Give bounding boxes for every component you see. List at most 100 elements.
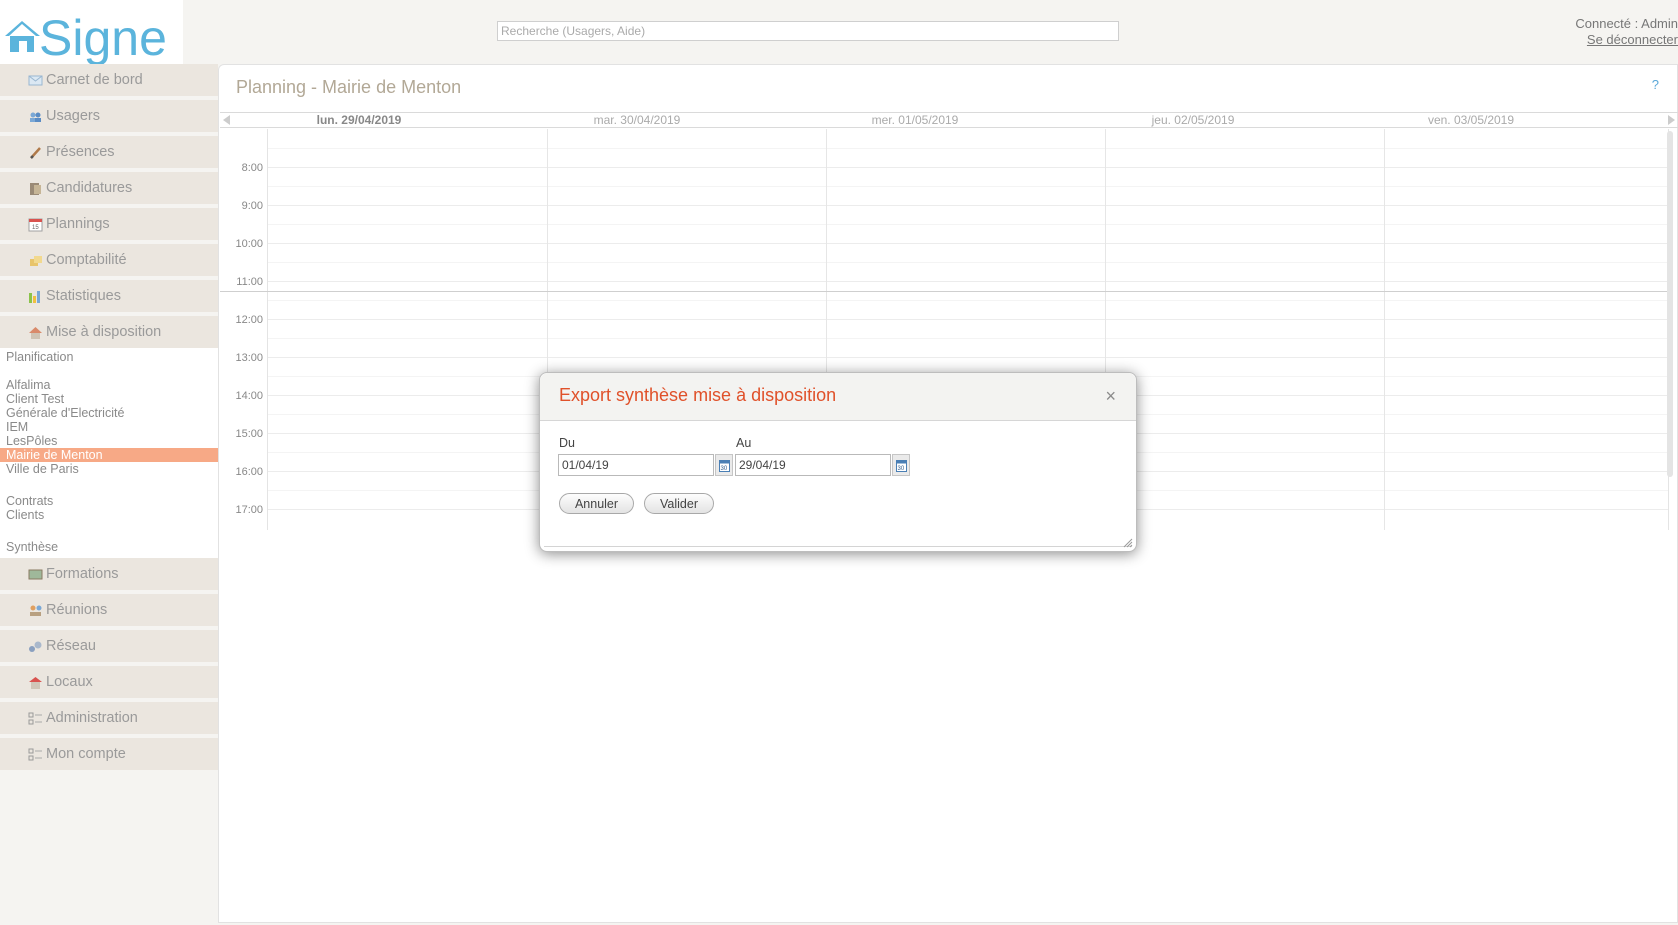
sidebar-item-label: Formations	[46, 566, 119, 582]
time-label: 16:00	[235, 466, 263, 478]
blackboard-icon	[28, 567, 43, 582]
house-logo-icon	[5, 21, 40, 52]
sidebar-item-reseau[interactable]: Réseau	[0, 630, 218, 662]
sidebar-item-mon-compte[interactable]: Mon compte	[0, 738, 218, 770]
time-label: 12:00	[235, 314, 263, 326]
logout-link[interactable]: Se déconnecter	[1575, 32, 1678, 48]
network-icon	[28, 639, 43, 654]
account-icon	[28, 747, 43, 762]
folder-icon	[28, 181, 43, 196]
calendar-header: lun. 29/04/2019 mar. 30/04/2019 mer. 01/…	[220, 112, 1678, 128]
help-icon[interactable]: ?	[1652, 77, 1659, 92]
submenu-client-iem[interactable]: IEM	[0, 420, 218, 434]
dialog-title: Export synthèse mise à disposition	[559, 385, 837, 405]
submenu-section-planification: Planification	[6, 350, 74, 364]
admin-icon	[28, 711, 43, 726]
submenu-client-ville-de-paris[interactable]: Ville de Paris	[0, 462, 218, 476]
connected-user: Connecté : Admin	[1575, 16, 1678, 31]
calendar-scrollbar[interactable]	[1667, 131, 1673, 477]
sidebar-item-label: Plannings	[46, 216, 110, 232]
sidebar-item-label: Statistiques	[46, 288, 121, 304]
svg-text:30: 30	[721, 466, 728, 472]
svg-text:15: 15	[32, 225, 39, 231]
du-date-field[interactable]	[558, 454, 714, 476]
au-label: Au	[736, 436, 752, 450]
au-calendar-icon[interactable]: 30	[892, 454, 910, 476]
users-icon	[28, 109, 43, 124]
sidebar-item-usagers[interactable]: Usagers	[0, 100, 218, 132]
time-label: 10:00	[235, 238, 263, 250]
day-header: mar. 30/04/2019	[593, 113, 681, 127]
submenu-clients[interactable]: Clients	[0, 508, 218, 522]
building-icon	[28, 675, 43, 690]
sidebar: Carnet de bord Usagers Présences Candida…	[0, 64, 218, 774]
day-header: jeu. 02/05/2019	[1151, 113, 1235, 127]
sidebar-item-label: Réunions	[46, 602, 108, 618]
sidebar-item-mise-a-disposition[interactable]: Mise à disposition	[0, 316, 218, 348]
app-logo[interactable]: Signe	[0, 0, 183, 64]
sidebar-item-label: Comptabilité	[46, 252, 127, 268]
sidebar-item-carnet-de-bord[interactable]: Carnet de bord	[0, 64, 218, 96]
submenu-client-generale-electricite[interactable]: Générale d'Electricité	[0, 406, 218, 420]
sidebar-item-label: Mon compte	[46, 746, 126, 762]
submenu-mise-a-disposition: Planification Alfalima Client Test Génér…	[0, 348, 218, 558]
sidebar-item-label: Carnet de bord	[46, 72, 143, 88]
sidebar-item-administration[interactable]: Administration	[0, 702, 218, 734]
time-label: 14:00	[235, 390, 263, 402]
pencil-icon	[28, 145, 43, 160]
sidebar-item-label: Mise à disposition	[46, 324, 162, 340]
dialog-header: Export synthèse mise à disposition ×	[540, 373, 1136, 421]
search-input[interactable]	[498, 22, 1118, 40]
submenu-client-lespoles[interactable]: LesPôles	[0, 434, 218, 448]
page-title: Planning - Mairie de Menton	[236, 77, 462, 97]
logo-text: Signe	[39, 10, 167, 64]
sidebar-item-candidatures[interactable]: Candidatures	[0, 172, 218, 204]
day-header: ven. 03/05/2019	[1427, 113, 1515, 127]
submenu-client-mairie-de-menton[interactable]: Mairie de Menton	[0, 448, 218, 462]
time-label: 11:00	[236, 276, 263, 288]
submenu-contrats[interactable]: Contrats	[0, 494, 218, 508]
envelope-icon	[28, 73, 43, 88]
sidebar-item-statistiques[interactable]: Statistiques	[0, 280, 218, 312]
next-week-arrow-icon[interactable]	[1668, 115, 1675, 125]
close-icon[interactable]: ×	[1105, 387, 1116, 405]
calendar-icon: 15	[28, 217, 43, 232]
sidebar-item-comptabilite[interactable]: Comptabilité	[0, 244, 218, 276]
sidebar-item-label: Locaux	[46, 674, 93, 690]
house-icon	[28, 325, 43, 340]
day-header: mer. 01/05/2019	[871, 113, 959, 127]
svg-text:30: 30	[898, 466, 905, 472]
day-header: lun. 29/04/2019	[316, 113, 402, 127]
sidebar-item-label: Administration	[46, 710, 138, 726]
sidebar-item-plannings[interactable]: 15 Plannings	[0, 208, 218, 240]
sidebar-item-formations[interactable]: Formations	[0, 558, 218, 590]
time-label: 8:00	[241, 162, 263, 174]
sidebar-item-presences[interactable]: Présences	[0, 136, 218, 168]
bar-chart-icon	[28, 289, 43, 304]
time-label: 15:00	[235, 428, 263, 440]
submenu-synthese[interactable]: Synthèse	[0, 540, 218, 556]
du-calendar-icon[interactable]: 30	[715, 454, 733, 476]
export-dialog: Export synthèse mise à disposition × Du …	[539, 372, 1137, 552]
sidebar-item-locaux[interactable]: Locaux	[0, 666, 218, 698]
sidebar-item-label: Présences	[46, 144, 115, 160]
resize-grip-icon[interactable]	[1123, 538, 1133, 548]
submenu-client-client-test[interactable]: Client Test	[0, 392, 218, 406]
submenu-client-alfalima[interactable]: Alfalima	[0, 378, 218, 392]
current-time-line	[220, 291, 1670, 292]
sidebar-item-reunions[interactable]: Réunions	[0, 594, 218, 626]
cancel-button[interactable]: Annuler	[559, 493, 634, 514]
sidebar-item-label: Réseau	[46, 638, 96, 654]
time-label: 17:00	[235, 504, 263, 516]
time-label: 9:00	[241, 200, 263, 212]
user-area: Connecté : Admin Se déconnecter	[1575, 16, 1678, 48]
coins-icon	[28, 253, 43, 268]
submit-button[interactable]: Valider	[644, 493, 714, 514]
sidebar-item-label: Usagers	[46, 108, 100, 124]
sidebar-item-label: Candidatures	[46, 180, 133, 196]
time-label: 13:00	[235, 352, 263, 364]
au-date-field[interactable]	[735, 454, 891, 476]
meeting-icon	[28, 603, 43, 618]
dialog-footer-divider	[544, 546, 1132, 547]
search-box[interactable]	[497, 21, 1119, 41]
